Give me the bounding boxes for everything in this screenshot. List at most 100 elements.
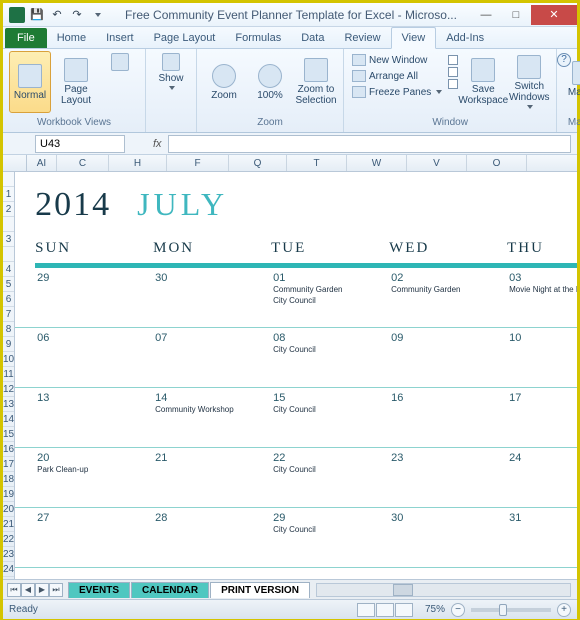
day-cell[interactable]: 23: [389, 448, 507, 507]
tab-nav-first[interactable]: ⏮: [7, 583, 21, 597]
tab-page-layout[interactable]: Page Layout: [144, 28, 226, 48]
new-window-button[interactable]: New Window: [350, 53, 444, 67]
row-header[interactable]: 8: [3, 322, 14, 337]
row-header[interactable]: 13: [3, 397, 14, 412]
tab-data[interactable]: Data: [291, 28, 334, 48]
row-header[interactable]: 17: [3, 457, 14, 472]
row-header[interactable]: 9: [3, 337, 14, 352]
tab-home[interactable]: Home: [47, 28, 96, 48]
tab-formulas[interactable]: Formulas: [225, 28, 291, 48]
tab-nav-prev[interactable]: ◀: [21, 583, 35, 597]
col-h[interactable]: H: [109, 155, 167, 171]
row-header[interactable]: 7: [3, 307, 14, 322]
minimize-button[interactable]: —: [471, 5, 501, 25]
col-w[interactable]: W: [347, 155, 407, 171]
zoom-slider[interactable]: [471, 608, 551, 612]
tab-addins[interactable]: Add-Ins: [436, 28, 494, 48]
row-header[interactable]: 25: [3, 577, 14, 579]
zoom-out-button[interactable]: −: [451, 603, 465, 617]
day-cell[interactable]: 10: [507, 328, 577, 387]
tab-nav-last[interactable]: ⏭: [49, 583, 63, 597]
row-header[interactable]: 19: [3, 487, 14, 502]
row-header[interactable]: 24: [3, 562, 14, 577]
day-cell[interactable]: 29City Council: [271, 508, 389, 567]
redo-icon[interactable]: ↷: [69, 7, 85, 23]
col-o[interactable]: O: [467, 155, 527, 171]
row-header[interactable]: 20: [3, 502, 14, 517]
sheet-tab-events[interactable]: EVENTS: [68, 582, 130, 598]
day-cell[interactable]: 02Community Garden: [389, 268, 507, 327]
maximize-button[interactable]: □: [501, 5, 531, 25]
day-cell[interactable]: 22City Council: [271, 448, 389, 507]
col-c[interactable]: C: [57, 155, 109, 171]
hide-toggle[interactable]: [448, 67, 458, 77]
day-cell[interactable]: 30: [389, 508, 507, 567]
row-header[interactable]: 21: [3, 517, 14, 532]
freeze-panes-button[interactable]: Freeze Panes: [350, 85, 444, 99]
row-header[interactable]: 1: [3, 187, 14, 202]
row-header[interactable]: 18: [3, 472, 14, 487]
zoom-button[interactable]: Zoom: [203, 51, 245, 113]
day-cell[interactable]: 16: [389, 388, 507, 447]
row-header[interactable]: 16: [3, 442, 14, 457]
zoom-percent[interactable]: 75%: [425, 604, 445, 615]
row-header[interactable]: 12: [3, 382, 14, 397]
day-cell[interactable]: 03Movie Night at the Par: [507, 268, 577, 327]
normal-view-button[interactable]: Normal: [9, 51, 51, 113]
day-cell[interactable]: 28: [153, 508, 271, 567]
tab-nav-next[interactable]: ▶: [35, 583, 49, 597]
col-v[interactable]: V: [407, 155, 467, 171]
tab-review[interactable]: Review: [334, 28, 390, 48]
col-ai[interactable]: AI: [27, 155, 57, 171]
day-cell[interactable]: 31: [507, 508, 577, 567]
day-cell[interactable]: 17: [507, 388, 577, 447]
show-button[interactable]: Show: [152, 51, 190, 113]
day-cell[interactable]: 14Community Workshop: [153, 388, 271, 447]
col-t[interactable]: T: [287, 155, 347, 171]
row-header[interactable]: 22: [3, 532, 14, 547]
row-header[interactable]: 5: [3, 277, 14, 292]
row-header[interactable]: 14: [3, 412, 14, 427]
arrange-all-button[interactable]: Arrange All: [350, 69, 444, 83]
row-header[interactable]: [3, 247, 14, 262]
page-layout-button[interactable]: Page Layout: [55, 51, 97, 113]
day-cell[interactable]: 13: [35, 388, 153, 447]
row-header[interactable]: 2: [3, 202, 14, 217]
day-cell[interactable]: 06: [35, 328, 153, 387]
file-tab[interactable]: File: [5, 28, 47, 48]
zoom-to-selection-button[interactable]: Zoom to Selection: [295, 51, 337, 113]
view-normal-button[interactable]: [357, 603, 375, 617]
horizontal-scrollbar[interactable]: [316, 583, 571, 597]
day-cell[interactable]: 24: [507, 448, 577, 507]
row-header[interactable]: 3: [3, 232, 14, 247]
row-header[interactable]: [3, 217, 14, 232]
view-page-layout-button[interactable]: [376, 603, 394, 617]
zoom-100-button[interactable]: 100%: [249, 51, 291, 113]
day-cell[interactable]: 27: [35, 508, 153, 567]
save-icon[interactable]: 💾: [29, 7, 45, 23]
row-header[interactable]: [3, 172, 14, 187]
formula-input[interactable]: [168, 135, 571, 153]
row-header[interactable]: 4: [3, 262, 14, 277]
sheet-tab-calendar[interactable]: CALENDAR: [131, 582, 209, 598]
row-header[interactable]: 15: [3, 427, 14, 442]
day-cell[interactable]: 09: [389, 328, 507, 387]
day-cell[interactable]: 15City Council: [271, 388, 389, 447]
fx-icon[interactable]: fx: [153, 138, 162, 150]
switch-windows-button[interactable]: Switch Windows: [508, 51, 550, 113]
row-header[interactable]: 6: [3, 292, 14, 307]
day-cell[interactable]: 29: [35, 268, 153, 327]
ribbon-help-icon[interactable]: ?: [557, 53, 571, 67]
day-cell[interactable]: 08City Council: [271, 328, 389, 387]
day-cell[interactable]: 07: [153, 328, 271, 387]
day-cell[interactable]: 21: [153, 448, 271, 507]
col-q[interactable]: Q: [229, 155, 287, 171]
undo-icon[interactable]: ↶: [49, 7, 65, 23]
sheet-content[interactable]: 2014 JULY SUN MON TUE WED THU 293001Comm…: [15, 172, 577, 579]
zoom-slider-thumb[interactable]: [499, 604, 507, 616]
tab-view[interactable]: View: [391, 27, 437, 49]
row-header[interactable]: 10: [3, 352, 14, 367]
select-all-corner[interactable]: [3, 155, 27, 171]
zoom-in-button[interactable]: +: [557, 603, 571, 617]
custom-views-button[interactable]: [101, 51, 139, 113]
